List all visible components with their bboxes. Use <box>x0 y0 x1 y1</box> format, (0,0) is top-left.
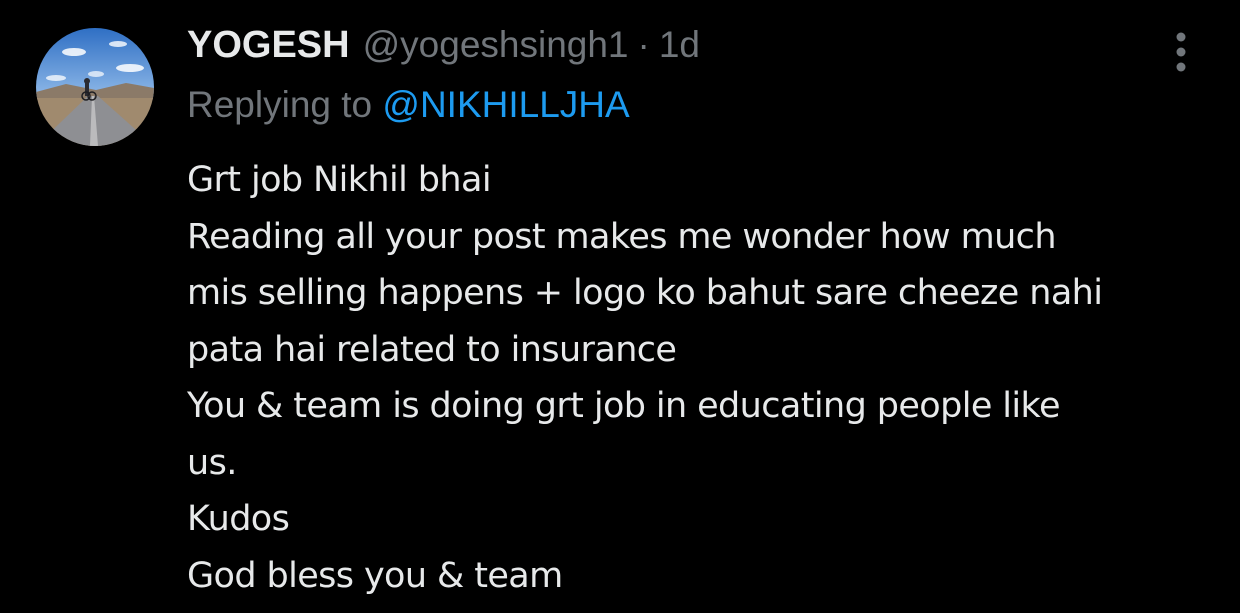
tweet-text: Grt job Nikhil bhai Reading all your pos… <box>187 152 1227 604</box>
avatar-road-landscape-image <box>36 28 154 146</box>
timestamp[interactable]: 1d <box>659 24 700 66</box>
tweet-reply[interactable]: YOGESH @yogeshsingh1 · 1d Replying to @N… <box>0 0 1240 613</box>
replying-to: Replying to @NIKHILLJHA <box>187 84 630 126</box>
tweet-text-line: Reading all your post makes me wonder ho… <box>187 216 1057 257</box>
tweet-text-line: pata hai related to insurance <box>187 329 677 370</box>
replying-to-prefix: Replying to <box>187 84 383 125</box>
tweet-text-line: You & team is doing grt job in educating… <box>187 386 1060 426</box>
tweet-header: YOGESH @yogeshsingh1 · 1d <box>187 24 700 74</box>
more-vertical-icon <box>1176 32 1186 72</box>
tweet-text-line: Grt job Nikhil bhai <box>187 160 492 200</box>
replying-to-mention-link[interactable]: @NIKHILLJHA <box>382 84 629 125</box>
more-options-button[interactable] <box>1160 28 1202 74</box>
tweet-text-line: God bless you & team <box>187 555 563 596</box>
display-name[interactable]: YOGESH <box>187 24 350 67</box>
tweet-text-line: us. <box>187 442 237 483</box>
tweet-text-line: mis selling happens + logo ko bahut sare… <box>187 273 1103 313</box>
tweet-text-line: Kudos <box>187 499 290 539</box>
separator-dot: · <box>637 24 650 65</box>
user-handle[interactable]: @yogeshsingh1 <box>363 24 629 66</box>
avatar[interactable] <box>36 28 154 146</box>
